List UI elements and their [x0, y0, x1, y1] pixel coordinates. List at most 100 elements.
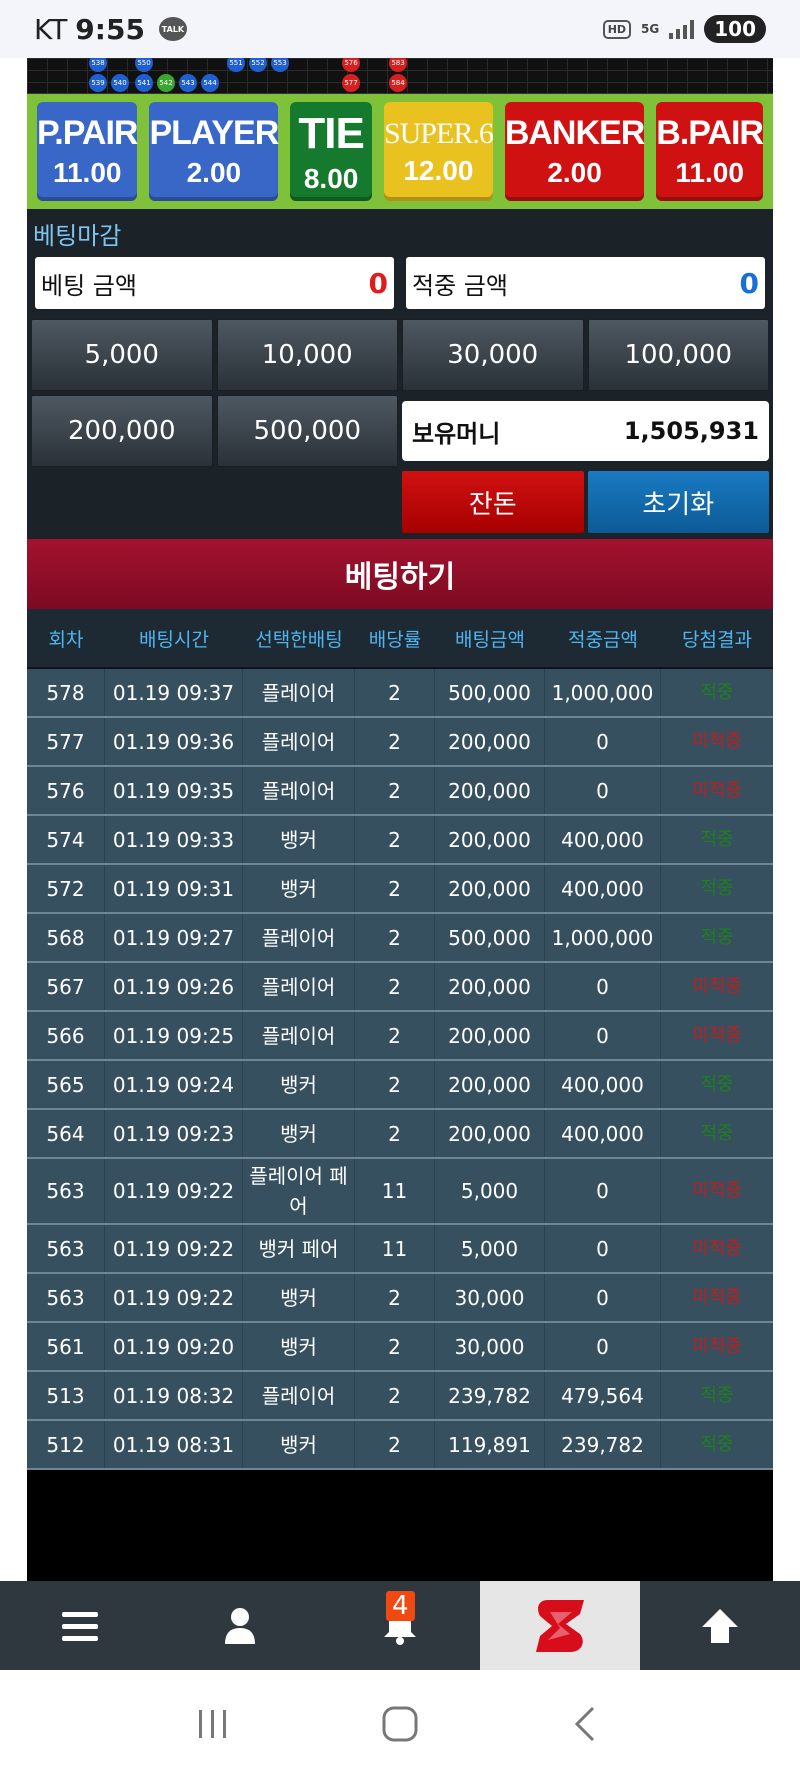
table-row: 565 01.19 09:24 뱅커 2 200,000 400,000 적중 [27, 1061, 773, 1110]
roadmap-dot: 541 [135, 74, 153, 92]
cell-result: 적중 [700, 877, 734, 899]
table-row: 566 01.19 09:25 플레이어 2 200,000 0 미적중 [27, 1012, 773, 1061]
chip-100000-button[interactable]: 100,000 [587, 319, 769, 391]
cell-odds: 11 [355, 1225, 435, 1272]
system-nav-bar [0, 1670, 800, 1778]
cell-time: 01.19 09:22 [105, 1225, 243, 1272]
chip-5000-button[interactable]: 5,000 [31, 319, 213, 391]
chip-grid: 5,000 10,000 30,000 100,000 200,000 500,… [31, 319, 769, 533]
cell-choice: 뱅커 [243, 1323, 355, 1370]
back-icon[interactable] [567, 1704, 607, 1744]
cell-result: 적중 [700, 1073, 734, 1095]
menu-button[interactable] [0, 1581, 160, 1670]
bet-amount-value: 0 [368, 266, 388, 300]
cell-choice: 플레이어 페어 [243, 1159, 355, 1223]
cell-result: 미적중 [692, 1335, 742, 1357]
chip-500000-button[interactable]: 500,000 [216, 395, 398, 467]
change-button[interactable]: 잔돈 [402, 471, 584, 533]
home-icon[interactable] [378, 1702, 422, 1746]
profile-button[interactable] [160, 1581, 320, 1670]
table-row: 512 01.19 08:31 뱅커 2 119,891 239,782 적중 [27, 1421, 773, 1470]
table-row: 572 01.19 09:31 뱅커 2 200,000 400,000 적중 [27, 865, 773, 914]
cell-time: 01.19 08:32 [105, 1372, 243, 1419]
betting-status-title: 베팅마감 [33, 221, 122, 250]
chip-10000-button[interactable]: 10,000 [216, 319, 398, 391]
bet-option-odds: 2.00 [186, 157, 242, 188]
bet-banker-button[interactable]: BANKER 2.00 [504, 102, 645, 201]
cell-choice: 플레이어 [243, 914, 355, 961]
balance-box: 보유머니 1,505,931 [402, 401, 769, 461]
bet-option-label: SUPER.6 [383, 116, 494, 150]
cell-choice: 뱅커 [243, 1061, 355, 1108]
cell-odds: 11 [355, 1159, 435, 1223]
roadmap-dot: 539 [89, 74, 107, 92]
cell-choice: 플레이어 [243, 1012, 355, 1059]
table-row: 564 01.19 09:23 뱅커 2 200,000 400,000 적중 [27, 1110, 773, 1159]
cell-round: 563 [27, 1159, 105, 1223]
bet-option-odds: 11.00 [675, 157, 744, 188]
roadmap-dot: 577 [342, 74, 360, 92]
bet-player-pair-button[interactable]: P.PAIR 11.00 [37, 102, 138, 201]
talk-icon: TALK [158, 17, 187, 41]
bet-super6-button[interactable]: SUPER.6 12.00 [383, 102, 494, 201]
cell-choice: 플레이어 [243, 718, 355, 765]
betting-control-panel: 베팅마감 베팅 금액 0 적중 금액 0 5,000 10,000 30,000… [27, 209, 773, 539]
cell-odds: 2 [355, 1323, 435, 1370]
status-bar: KT 9:55 TALK HD 5G 100 [0, 0, 800, 58]
bet-player-button[interactable]: PLAYER 2.00 [149, 102, 279, 201]
win-amount-label: 적중 금액 [412, 271, 508, 300]
cell-bet: 30,000 [435, 1323, 545, 1370]
cell-bet: 200,000 [435, 963, 545, 1010]
network-5g-icon: 5G [641, 22, 660, 36]
cell-choice: 뱅커 [243, 816, 355, 863]
scroll-top-button[interactable] [640, 1581, 800, 1670]
cell-round: 561 [27, 1323, 105, 1370]
cell-result: 미적중 [692, 1286, 742, 1308]
cell-result: 미적중 [692, 779, 742, 801]
chip-200000-button[interactable]: 200,000 [31, 395, 213, 467]
cell-round: 513 [27, 1372, 105, 1419]
cell-result: 미적중 [692, 1237, 742, 1259]
cell-time: 01.19 09:33 [105, 816, 243, 863]
recent-apps-icon[interactable] [193, 1704, 233, 1744]
cell-time: 01.19 09:35 [105, 767, 243, 814]
cell-bet: 200,000 [435, 718, 545, 765]
bet-option-odds: 12.00 [403, 154, 474, 186]
notifications-button[interactable]: 4 [320, 1581, 480, 1670]
menu-icon [62, 1611, 98, 1641]
cell-odds: 2 [355, 1274, 435, 1321]
cell-time: 01.19 09:31 [105, 865, 243, 912]
bet-amount-label: 베팅 금액 [41, 271, 137, 300]
user-icon [225, 1607, 255, 1644]
cell-choice: 뱅커 [243, 1110, 355, 1157]
roadmap-dot: 543 [179, 74, 197, 92]
cell-result: 적중 [700, 1122, 734, 1144]
cell-win: 0 [545, 1225, 661, 1272]
cell-result: 미적중 [692, 975, 742, 997]
table-row: 567 01.19 09:26 플레이어 2 200,000 0 미적중 [27, 963, 773, 1012]
cell-result: 적중 [700, 926, 734, 948]
cell-win: 0 [545, 718, 661, 765]
cell-bet: 200,000 [435, 1061, 545, 1108]
cell-choice: 뱅커 [243, 865, 355, 912]
chip-30000-button[interactable]: 30,000 [402, 319, 584, 391]
status-right: HD 5G 100 [602, 15, 766, 43]
table-row: 577 01.19 09:36 플레이어 2 200,000 0 미적중 [27, 718, 773, 767]
bet-banker-pair-button[interactable]: B.PAIR 11.00 [656, 102, 764, 201]
cell-odds: 2 [355, 816, 435, 863]
clock: 9:55 [75, 12, 145, 46]
place-bet-button[interactable]: 베팅하기 [27, 539, 773, 609]
bet-option-label: P.PAIR [37, 114, 138, 152]
bet-option-label: TIE [298, 108, 364, 158]
win-amount-box: 적중 금액 0 [406, 257, 765, 309]
cell-round: 563 [27, 1225, 105, 1272]
history-table-body: 578 01.19 09:37 플레이어 2 500,000 1,000,000 적중 577… [27, 669, 773, 1470]
bet-tie-button[interactable]: TIE 8.00 [290, 102, 372, 201]
bet-amount-box: 베팅 금액 0 [35, 257, 394, 309]
cell-bet: 200,000 [435, 1110, 545, 1157]
cell-bet: 200,000 [435, 865, 545, 912]
reset-button[interactable]: 초기화 [587, 471, 769, 533]
cell-odds: 2 [355, 718, 435, 765]
cell-bet: 30,000 [435, 1274, 545, 1321]
home-logo-button[interactable] [480, 1581, 640, 1670]
